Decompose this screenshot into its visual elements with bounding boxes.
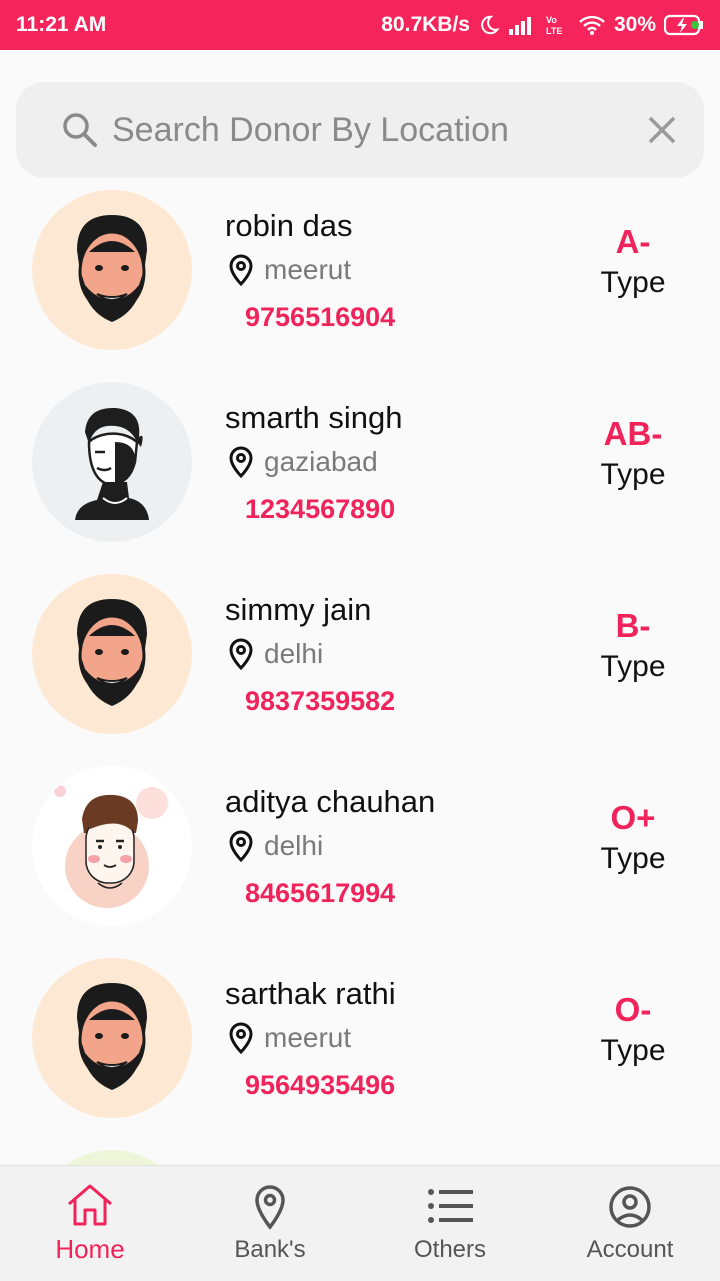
location-pin-icon <box>229 446 253 478</box>
volte-icon: VoLTE <box>546 15 562 36</box>
home-icon <box>68 1184 112 1226</box>
location-pin-icon <box>229 1022 253 1054</box>
type-label: Type <box>600 266 666 299</box>
avatar <box>32 1150 192 1165</box>
location-pin-icon <box>229 830 253 862</box>
type-label: Type <box>600 650 666 683</box>
location-text: delhi <box>264 830 324 861</box>
type-label: Type <box>600 458 666 491</box>
nav-label: Bank's <box>234 1235 306 1263</box>
blood-type: AB- Type <box>560 414 706 496</box>
donor-item[interactable]: aditya chauhan delhi 8465617994 O+ Type <box>0 756 720 948</box>
status-bar: 11:21 AM 80.7KB/s Vo LTE 30% <box>0 0 720 50</box>
nav-label: Home <box>55 1234 125 1264</box>
nav-account[interactable]: Account <box>540 1166 720 1281</box>
signal-icon <box>508 17 531 35</box>
cartoon-man-avatar <box>32 766 192 926</box>
search-bar <box>16 82 704 178</box>
donor-item[interactable]: robin das meerut 9756516904 A- Type <box>0 180 720 372</box>
donor-phone[interactable]: 9756516904 <box>245 302 395 333</box>
location-text: gaziabad <box>264 446 378 477</box>
donor-name: sarthak rathi <box>225 976 396 1011</box>
battery-charging-icon <box>664 14 703 36</box>
donor-item[interactable]: sarthak rathi meerut 9564935496 O- Type <box>0 948 720 1140</box>
location-pin-icon <box>229 254 253 286</box>
bottom-navigation: Home Bank's Others Account <box>0 1165 720 1281</box>
account-circle-icon <box>609 1185 651 1228</box>
donor-phone[interactable]: 1234567890 <box>245 494 395 525</box>
moon-icon <box>481 15 500 35</box>
status-icons: 80.7KB/s Vo LTE 30% <box>381 13 704 37</box>
donor-location: meerut <box>228 1022 351 1054</box>
status-time: 11:21 AM <box>16 13 107 36</box>
close-icon[interactable] <box>642 110 682 150</box>
bearded-man-avatar <box>32 958 192 1118</box>
donor-name: smarth singh <box>225 400 403 435</box>
blood-type: A- Type <box>560 222 706 304</box>
donor-item[interactable]: simmy jain delhi 9837359582 B- Type <box>0 564 720 756</box>
bearded-man-avatar <box>32 190 192 350</box>
nav-banks[interactable]: Bank's <box>180 1166 360 1281</box>
sketch-man-avatar <box>32 382 192 542</box>
blood-type: B- Type <box>560 606 706 688</box>
donor-phone[interactable]: 9564935496 <box>245 1070 395 1101</box>
search-input[interactable] <box>110 109 642 151</box>
nav-label: Account <box>586 1235 674 1263</box>
nav-others[interactable]: Others <box>360 1166 540 1281</box>
donor-location: delhi <box>228 638 323 670</box>
search-icon[interactable] <box>60 110 100 150</box>
blood-group: AB- <box>603 415 663 452</box>
blood-group: B- <box>615 607 651 644</box>
blood-group: O+ <box>610 799 656 836</box>
nav-home[interactable]: Home <box>0 1166 180 1281</box>
blood-group: A- <box>615 223 651 260</box>
bearded-man-avatar <box>32 574 192 734</box>
location-text: meerut <box>264 1022 352 1053</box>
list-icon <box>428 1188 473 1223</box>
location-text: meerut <box>264 254 352 285</box>
blood-group: O- <box>614 991 652 1028</box>
type-label: Type <box>600 842 666 875</box>
network-speed: 80.7KB/s <box>381 13 470 36</box>
svg-text:Vo: Vo <box>546 15 557 25</box>
donor-name: simmy jain <box>225 592 372 627</box>
nav-label: Others <box>413 1235 487 1263</box>
location-pin-icon <box>229 638 253 670</box>
donor-list[interactable]: robin das meerut 9756516904 A- Type smar… <box>0 180 720 1165</box>
donor-location: delhi <box>228 830 323 862</box>
battery-percent: 30% <box>613 13 656 36</box>
type-label: Type <box>600 1034 666 1067</box>
svg-text:LTE: LTE <box>546 26 562 36</box>
donor-item[interactable] <box>0 1140 720 1165</box>
donor-location: gaziabad <box>228 446 378 478</box>
blood-type: O+ Type <box>560 798 706 880</box>
donor-name: aditya chauhan <box>225 784 436 819</box>
donor-item[interactable]: smarth singh gaziabad 1234567890 AB- Typ… <box>0 372 720 564</box>
location-pin-icon <box>255 1184 285 1230</box>
donor-location: meerut <box>228 254 351 286</box>
donor-phone[interactable]: 8465617994 <box>245 878 395 909</box>
blood-type: O- Type <box>560 990 706 1072</box>
wifi-icon <box>579 15 605 35</box>
donor-name: robin das <box>225 208 353 243</box>
donor-phone[interactable]: 9837359582 <box>245 686 395 717</box>
location-text: delhi <box>264 638 324 669</box>
